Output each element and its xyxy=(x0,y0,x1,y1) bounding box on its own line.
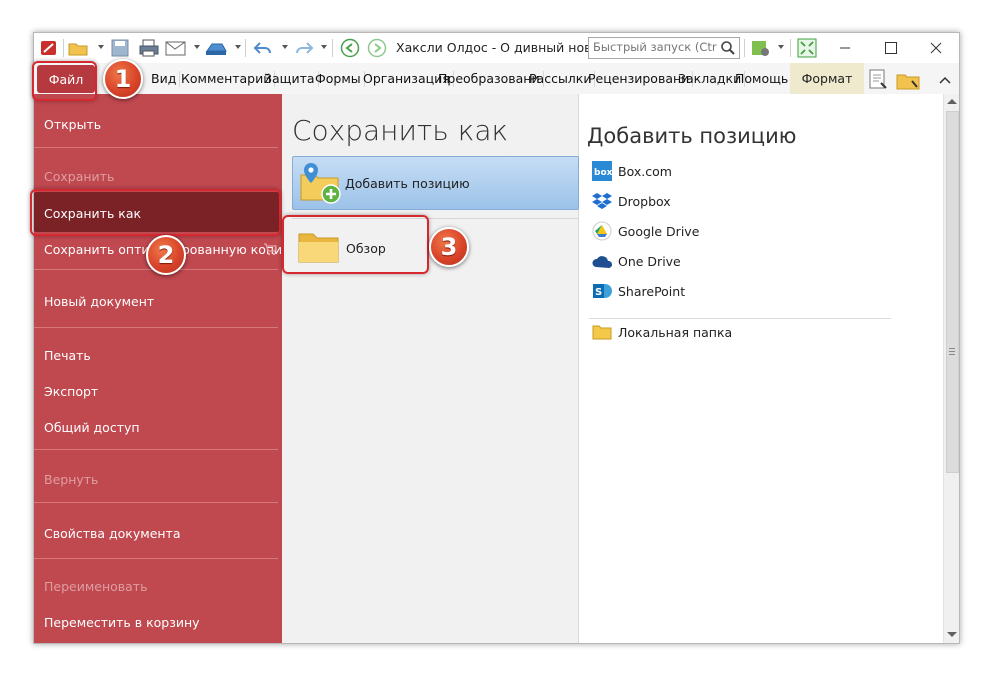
nav-open[interactable]: Открыть xyxy=(44,117,101,132)
svg-text:S: S xyxy=(595,287,602,298)
google-drive-icon xyxy=(592,221,612,241)
nav-save: Сохранить xyxy=(44,169,115,184)
quick-launch[interactable] xyxy=(588,37,740,59)
annotation-badge-1: 1 xyxy=(103,59,143,99)
section-title: Добавить позицию xyxy=(587,124,797,148)
sharepoint-icon: S xyxy=(592,281,612,301)
svg-text:box: box xyxy=(594,168,612,178)
print-icon[interactable] xyxy=(138,38,159,58)
annotation-box-browse xyxy=(282,215,429,274)
nav-export[interactable]: Экспорт xyxy=(44,384,98,399)
title-bar: Хаксли Олдос - О дивный новый ... xyxy=(34,33,959,63)
location-box[interactable]: box Box.com xyxy=(592,161,672,181)
app-logo-icon[interactable] xyxy=(39,38,59,58)
onedrive-icon xyxy=(592,251,612,271)
vertical-scrollbar[interactable] xyxy=(943,94,959,643)
box-icon: box xyxy=(592,161,612,181)
quick-launch-input[interactable] xyxy=(589,38,721,56)
page-title: Сохранить как xyxy=(292,114,509,147)
nav-print[interactable]: Печать xyxy=(44,348,91,363)
location-local-folder[interactable]: Локальная папка xyxy=(592,322,732,342)
add-location-button[interactable]: Добавить позицию xyxy=(292,156,579,210)
menu-bar: Файл Вид Комментарий Защита Формы Органи… xyxy=(34,63,959,95)
add-location-pane: Добавить позицию box Box.com Dropbox Goo… xyxy=(579,94,943,643)
save-as-pane: Сохранить как Добавить позицию Обзор xyxy=(282,94,579,643)
undo-icon[interactable] xyxy=(253,38,273,58)
annotation-box-save-as xyxy=(30,189,281,236)
nav-document-properties[interactable]: Свойства документа xyxy=(44,526,181,541)
dropbox-icon xyxy=(592,191,612,211)
scroll-down-icon[interactable] xyxy=(947,632,957,637)
location-onedrive[interactable]: One Drive xyxy=(592,251,681,271)
add-location-icon xyxy=(297,161,343,208)
redo-icon[interactable] xyxy=(292,38,314,58)
collapse-ribbon-icon[interactable] xyxy=(939,74,951,88)
scroll-thumb[interactable] xyxy=(946,111,959,473)
search-icon[interactable] xyxy=(720,40,736,56)
document-icon[interactable] xyxy=(867,69,887,89)
fullscreen-icon[interactable] xyxy=(797,38,817,58)
backstage-nav: Открыть Сохранить Сохранить как Сохранит… xyxy=(34,94,293,643)
menu-format[interactable]: Формат xyxy=(790,63,864,94)
close-icon[interactable] xyxy=(913,33,959,63)
scroll-up-icon[interactable] xyxy=(947,99,957,104)
nav-revert: Вернуть xyxy=(44,472,99,487)
open-folder-icon[interactable] xyxy=(68,38,88,58)
folder-document-icon[interactable] xyxy=(896,69,920,90)
menu-help[interactable]: Помощь xyxy=(732,71,791,87)
menu-forms[interactable]: Формы xyxy=(312,71,365,87)
app-window: Хаксли Олдос - О дивный новый ... Файл В… xyxy=(33,32,960,644)
cart-icon xyxy=(263,242,277,259)
menu-view[interactable]: Вид xyxy=(148,71,181,87)
folder-icon xyxy=(592,322,612,342)
nav-rename: Переименовать xyxy=(44,579,148,594)
maximize-icon[interactable] xyxy=(868,33,914,63)
location-sharepoint[interactable]: S SharePoint xyxy=(592,281,685,301)
nav-share[interactable]: Общий доступ xyxy=(44,420,140,435)
minimize-icon[interactable] xyxy=(822,33,868,63)
annotation-box-file xyxy=(32,61,97,101)
annotation-badge-2: 2 xyxy=(146,235,186,275)
annotation-badge-3: 3 xyxy=(429,227,469,267)
location-google-drive[interactable]: Google Drive xyxy=(592,221,699,241)
scan-icon[interactable] xyxy=(204,38,227,58)
nav-move-to-trash[interactable]: Переместить в корзину xyxy=(44,615,200,630)
menu-protect[interactable]: Защита xyxy=(261,71,319,87)
forward-icon[interactable] xyxy=(367,38,387,58)
location-dropbox[interactable]: Dropbox xyxy=(592,191,671,211)
customize-toolbar-icon[interactable] xyxy=(750,38,770,58)
add-location-label: Добавить позицию xyxy=(345,176,470,191)
nav-new-document[interactable]: Новый документ xyxy=(44,294,154,309)
email-icon[interactable] xyxy=(165,38,186,58)
back-icon[interactable] xyxy=(340,38,360,58)
save-icon[interactable] xyxy=(110,38,130,58)
